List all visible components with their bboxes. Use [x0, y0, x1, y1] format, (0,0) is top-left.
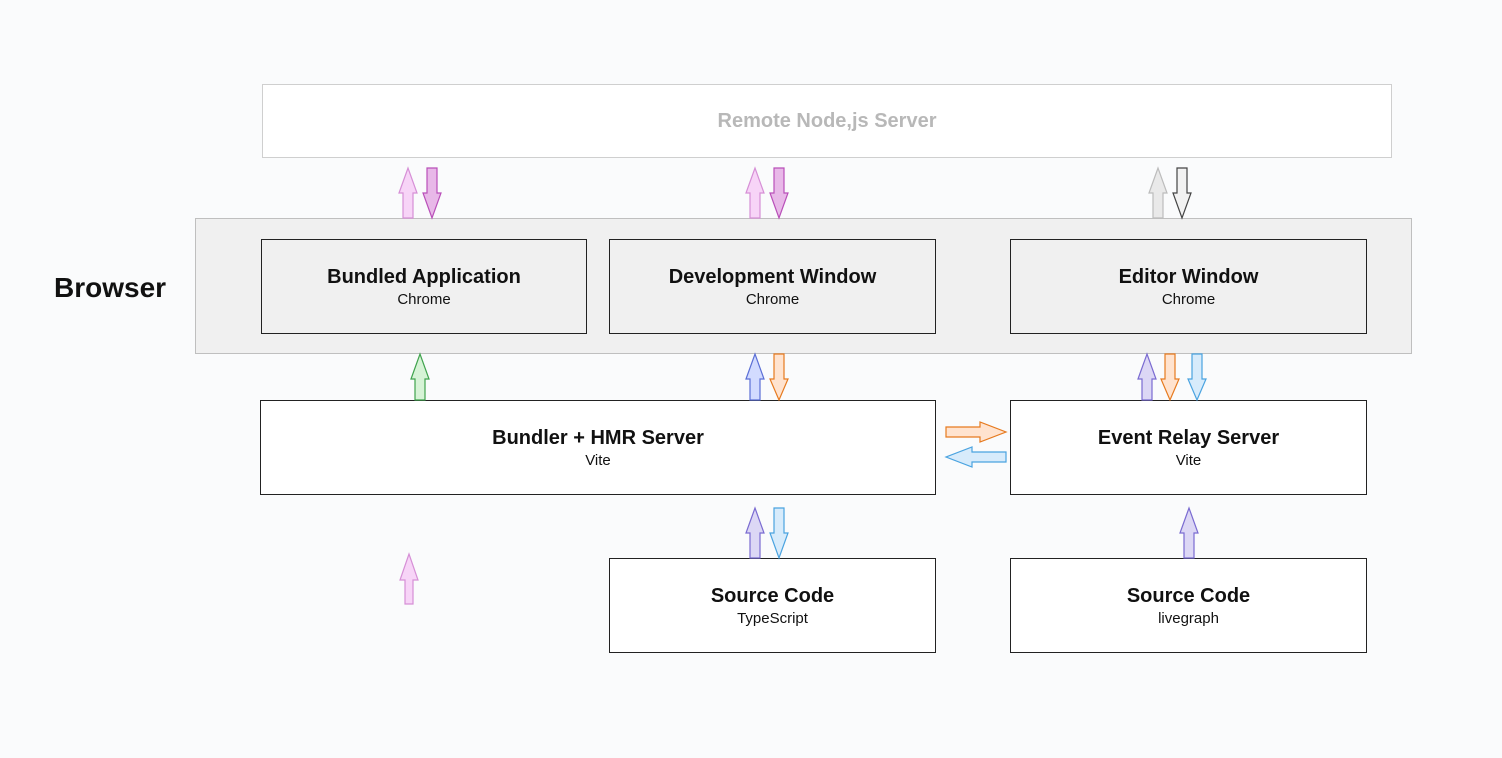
diagram-arrows-icon [0, 0, 1502, 758]
arrow-bundler-devwin [746, 354, 788, 400]
arrow-bundler-srcts [746, 508, 788, 558]
arrow-remote-editor [1149, 168, 1191, 218]
arrow-relay-editor [1138, 354, 1206, 400]
arrow-remote-devwin [746, 168, 788, 218]
arrow-bundler-bundled [411, 354, 429, 400]
arrow-relay-srclg [1180, 508, 1198, 558]
arrow-bundler-relay [946, 422, 1006, 467]
